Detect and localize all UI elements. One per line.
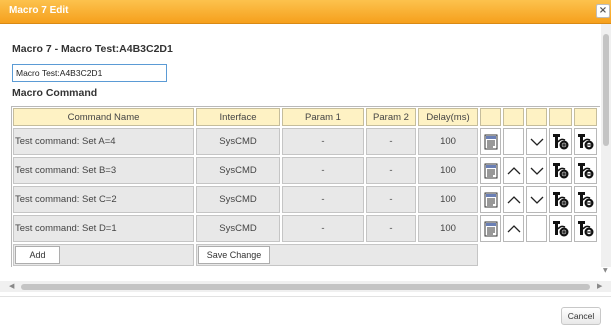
cell-delay: 100 [418,186,478,213]
cell-delay: 100 [418,215,478,242]
dialog-content: Macro 7 - Macro Test:A4B3C2D1 Macro Comm… [0,24,600,267]
insert-command-icon[interactable] [549,128,572,155]
move-up-icon[interactable] [503,186,524,213]
save-change-button[interactable]: Save Change [198,246,270,264]
move-down-icon[interactable] [526,157,547,184]
macro-edit-dialog: Macro 7 Edit × Macro 7 - Macro Test:A4B3… [0,0,611,333]
cell-param2: - [366,186,416,213]
cancel-button[interactable]: Cancel [561,307,601,325]
delete-command-icon[interactable] [574,157,597,184]
delete-command-icon[interactable] [574,186,597,213]
dialog-titlebar[interactable]: Macro 7 Edit × [0,0,611,24]
cell-delay: 100 [418,157,478,184]
move-up-icon[interactable] [503,157,524,184]
dialog-footer [0,296,611,333]
cell-interface: SysCMD [196,186,280,213]
cell-command-name: Test command: Set D=1 [13,215,194,242]
empty-action-cell [503,128,524,155]
edit-list-icon[interactable] [480,128,501,155]
insert-command-icon[interactable] [549,215,572,242]
move-up-icon[interactable] [503,215,524,242]
cell-interface: SysCMD [196,157,280,184]
cell-command-name: Test command: Set C=2 [13,186,194,213]
close-icon[interactable]: × [596,4,610,18]
cell-delay: 100 [418,128,478,155]
delete-command-icon[interactable] [574,128,597,155]
edit-list-icon[interactable] [480,215,501,242]
header-action-5 [574,108,597,126]
macro-name-input[interactable] [12,64,167,82]
header-param1: Param 1 [282,108,364,126]
cell-param1: - [282,128,364,155]
cell-param2: - [366,128,416,155]
header-action-4 [549,108,572,126]
add-button[interactable]: Add [15,246,60,264]
cell-param1: - [282,186,364,213]
scroll-right-arrow-icon[interactable]: ▶ [597,282,602,290]
vertical-scroll-thumb[interactable] [603,34,609,146]
delete-command-icon[interactable] [574,215,597,242]
empty-action-cell [526,215,547,242]
cell-param2: - [366,215,416,242]
dialog-title: Macro 7 Edit [9,5,69,16]
cell-command-name: Test command: Set A=4 [13,128,194,155]
insert-command-icon[interactable] [549,186,572,213]
header-delay: Delay(ms) [418,108,478,126]
insert-command-icon[interactable] [549,157,572,184]
cell-param2: - [366,157,416,184]
header-action-1 [480,108,501,126]
cell-param1: - [282,215,364,242]
header-action-2 [503,108,524,126]
header-param2: Param 2 [366,108,416,126]
move-down-icon[interactable] [526,128,547,155]
horizontal-scroll-thumb[interactable] [21,284,590,290]
move-down-icon[interactable] [526,186,547,213]
cell-interface: SysCMD [196,215,280,242]
edit-list-icon[interactable] [480,186,501,213]
header-action-3 [526,108,547,126]
header-interface: Interface [196,108,280,126]
macro-heading: Macro 7 - Macro Test:A4B3C2D1 [12,43,173,55]
edit-list-icon[interactable] [480,157,501,184]
scroll-left-arrow-icon[interactable]: ◀ [9,282,14,290]
cell-command-name: Test command: Set B=3 [13,157,194,184]
header-command-name: Command Name [13,108,194,126]
macro-command-label: Macro Command [12,87,98,99]
cell-interface: SysCMD [196,128,280,155]
cell-param1: - [282,157,364,184]
scroll-down-arrow-icon[interactable]: ▼ [603,267,608,274]
